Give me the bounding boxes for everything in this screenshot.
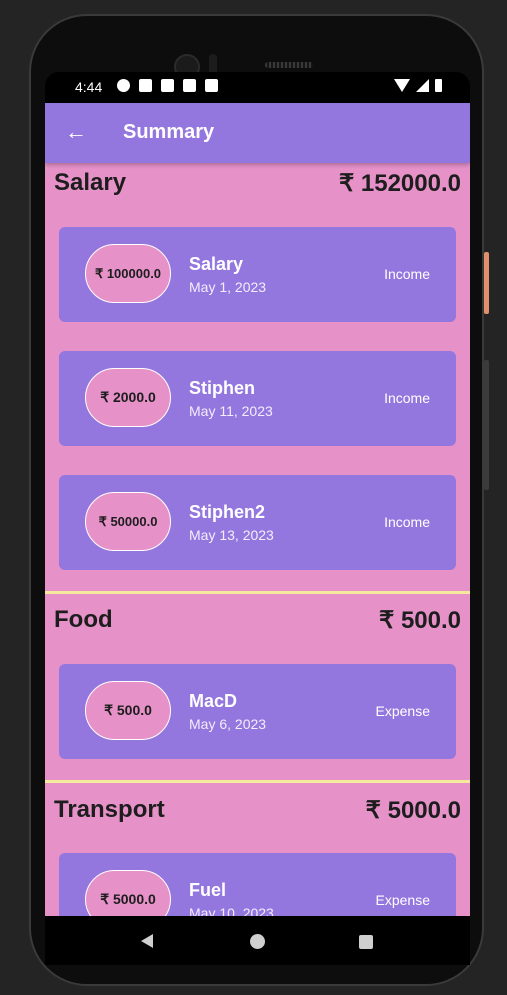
earpiece-speaker [265, 62, 313, 68]
category-title: Transport [54, 796, 165, 823]
home-circle-icon[interactable] [250, 934, 265, 949]
volume-button [484, 360, 489, 490]
signal-icon [416, 79, 429, 92]
sd-card-icon [205, 79, 218, 92]
amount-badge: ₹ 5000.0 [85, 870, 171, 916]
transaction-date: May 1, 2023 [189, 279, 267, 295]
transaction-type: Income [384, 390, 430, 406]
category-total: ₹ 152000.0 [338, 170, 461, 197]
transaction-name: Stiphen [189, 378, 255, 398]
transaction-card[interactable]: ₹ 5000.0 Fuel May 10, 2023 Expense [59, 853, 456, 916]
category-header: Transport ₹ 5000.0 [54, 790, 461, 824]
category-total: ₹ 500.0 [379, 607, 461, 634]
play-icon [183, 79, 196, 92]
transaction-card[interactable]: ₹ 2000.0 Stiphen May 11, 2023 Income [59, 351, 456, 446]
shield-icon [161, 79, 174, 92]
transaction-type: Expense [375, 703, 430, 719]
transaction-type: Expense [375, 892, 430, 908]
transaction-name: MacD [189, 691, 238, 711]
system-nav-bar [45, 916, 470, 965]
recents-square-icon[interactable] [359, 935, 373, 949]
amount-badge: ₹ 50000.0 [85, 492, 171, 551]
transaction-card[interactable]: ₹ 100000.0 Salary May 1, 2023 Income [59, 227, 456, 322]
power-button [484, 252, 489, 314]
group-divider [45, 591, 470, 594]
summary-list[interactable]: Salary ₹ 152000.0 ₹ 100000.0 Salary May … [45, 163, 470, 916]
transaction-card[interactable]: ₹ 50000.0 Stiphen2 May 13, 2023 Income [59, 475, 456, 570]
app-bar: ← Summary [45, 103, 470, 163]
camera-sensor [209, 54, 217, 74]
battery-icon [435, 79, 442, 92]
transaction-date: May 11, 2023 [189, 403, 273, 419]
transaction-type: Income [384, 514, 430, 530]
amount-badge: ₹ 500.0 [85, 681, 171, 740]
settings-icon [117, 79, 130, 92]
transaction-card[interactable]: ₹ 500.0 MacD May 6, 2023 Expense [59, 664, 456, 759]
back-triangle-icon[interactable] [141, 934, 153, 948]
amount-badge: ₹ 2000.0 [85, 368, 171, 427]
transaction-name: Stiphen2 [189, 502, 266, 522]
a-icon [139, 79, 152, 92]
screen: 4:44 ← Summary Salary ₹ 152000.0 ₹ 10000… [45, 72, 470, 965]
category-title: Food [54, 606, 113, 633]
wifi-icon [394, 79, 410, 92]
status-time: 4:44 [75, 79, 103, 95]
arrow-left-icon[interactable]: ← [65, 119, 87, 145]
category-title: Salary [54, 169, 127, 196]
status-bar: 4:44 [45, 72, 470, 103]
amount-badge: ₹ 100000.0 [85, 244, 171, 303]
transaction-type: Income [384, 266, 430, 282]
page-title: Summary [123, 121, 215, 143]
category-total: ₹ 5000.0 [365, 797, 461, 824]
transaction-date: May 6, 2023 [189, 716, 267, 732]
category-header: Food ₹ 500.0 [54, 600, 461, 634]
category-header: Salary ₹ 152000.0 [54, 163, 461, 197]
transaction-date: May 13, 2023 [189, 527, 274, 543]
transaction-date: May 10, 2023 [189, 905, 274, 916]
group-divider [45, 780, 470, 783]
transaction-name: Salary [189, 254, 244, 274]
transaction-name: Fuel [189, 880, 227, 900]
